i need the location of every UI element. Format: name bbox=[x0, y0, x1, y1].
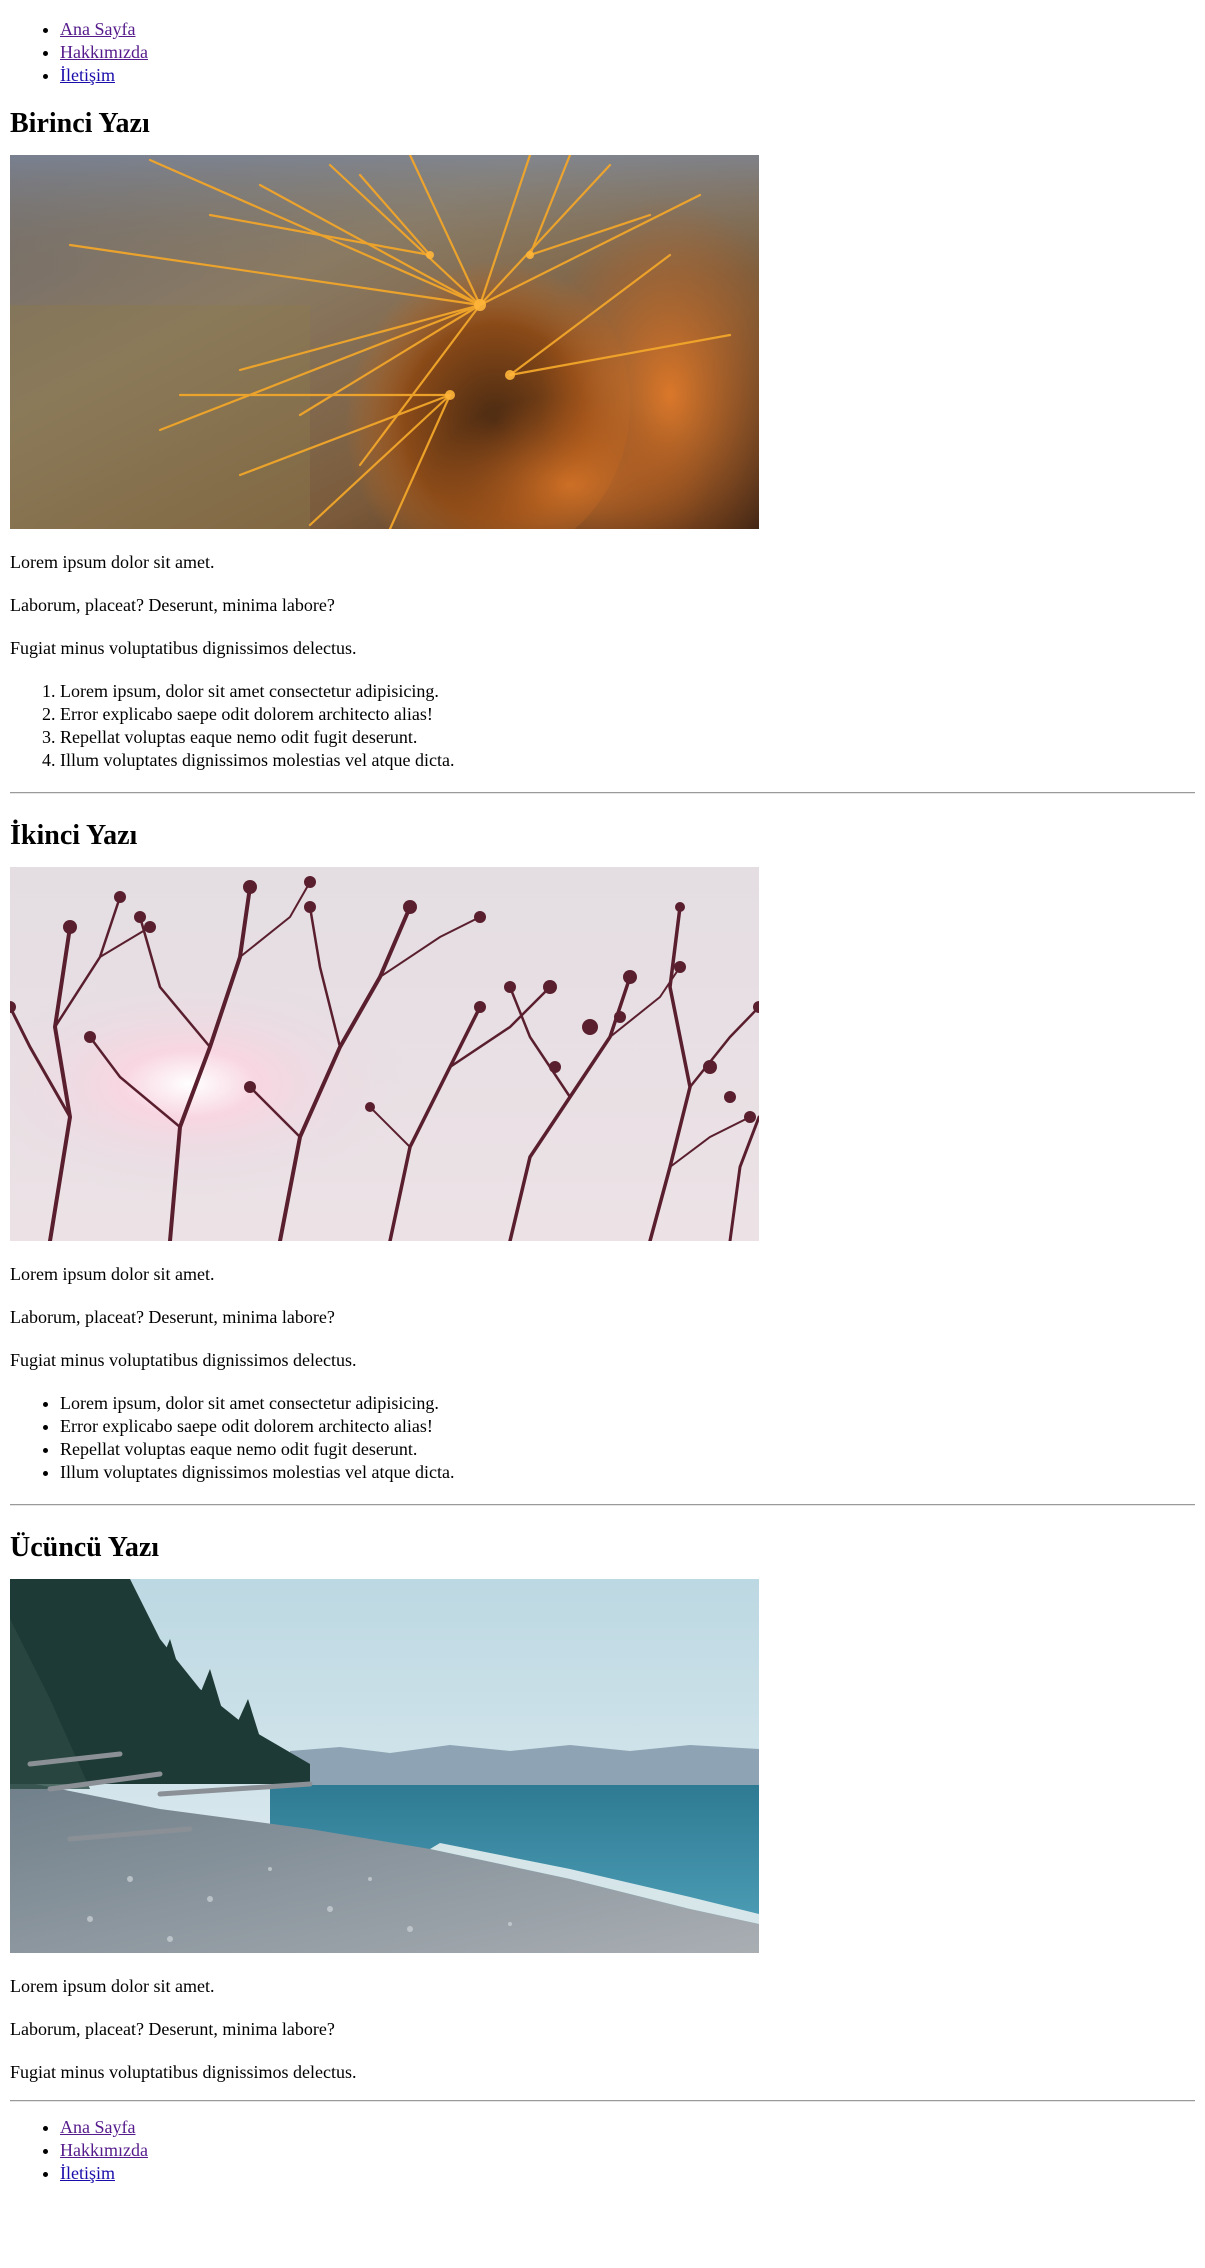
post-1: Birinci Yazı Lorem ipsum dolor sit amet.… bbox=[10, 107, 1195, 794]
nav-item-home: Ana Sayfa bbox=[60, 18, 1195, 41]
post-paragraph: Laborum, placeat? Deserunt, minima labor… bbox=[10, 595, 335, 615]
list-item: Error explicabo saepe odit dolorem archi… bbox=[60, 703, 1195, 726]
divider bbox=[10, 1504, 1195, 1506]
list-item: Lorem ipsum, dolor sit amet consectetur … bbox=[60, 680, 1195, 703]
footer-nav-item-home: Ana Sayfa bbox=[60, 2116, 1195, 2139]
list-item: Illum voluptates dignissimos molestias v… bbox=[60, 749, 1195, 772]
nav-item-contact: İletişim bbox=[60, 64, 1195, 87]
branches-photo bbox=[10, 867, 759, 1241]
list-item: Illum voluptates dignissimos molestias v… bbox=[60, 1461, 1195, 1484]
page: Ana Sayfa Hakkımızda İletişim Birinci Ya… bbox=[0, 0, 1205, 2185]
post-title: İkinci Yazı bbox=[10, 820, 138, 851]
post-ordered-list: Lorem ipsum, dolor sit amet consectetur … bbox=[10, 680, 1195, 772]
post-2: İkinci Yazı Lorem ipsum dolor sit amet. … bbox=[10, 819, 1195, 1506]
post-paragraph: Lorem ipsum dolor sit amet. bbox=[10, 1264, 215, 1284]
divider bbox=[10, 792, 1195, 794]
post-body: Lorem ipsum dolor sit amet. Laborum, pla… bbox=[10, 551, 1195, 772]
post-unordered-list: Lorem ipsum, dolor sit amet consectetur … bbox=[10, 1392, 1195, 1484]
post-title: Birinci Yazı bbox=[10, 108, 150, 139]
post-paragraph: Lorem ipsum dolor sit amet. bbox=[10, 1976, 215, 1996]
post-title: Ücüncü Yazı bbox=[10, 1532, 160, 1563]
footer-nav-item-contact: İletişim bbox=[60, 2162, 1195, 2185]
divider bbox=[10, 2100, 1195, 2102]
footer-nav-link-home[interactable]: Ana Sayfa bbox=[60, 2117, 135, 2137]
nav-link-home[interactable]: Ana Sayfa bbox=[60, 19, 135, 39]
list-item: Repellat voluptas eaque nemo odit fugit … bbox=[60, 726, 1195, 749]
post-paragraph: Lorem ipsum dolor sit amet. bbox=[10, 552, 215, 572]
footer-nav-link-about[interactable]: Hakkımızda bbox=[60, 2140, 148, 2160]
nav-item-about: Hakkımızda bbox=[60, 41, 1195, 64]
nav-link-contact[interactable]: İletişim bbox=[60, 65, 115, 85]
nav-link-about[interactable]: Hakkımızda bbox=[60, 42, 148, 62]
footer-nav-link-contact[interactable]: İletişim bbox=[60, 2163, 115, 2183]
list-item: Lorem ipsum, dolor sit amet consectetur … bbox=[60, 1392, 1195, 1415]
post-paragraph: Fugiat minus voluptatibus dignissimos de… bbox=[10, 638, 357, 658]
list-item: Repellat voluptas eaque nemo odit fugit … bbox=[60, 1438, 1195, 1461]
list-item: Error explicabo saepe odit dolorem archi… bbox=[60, 1415, 1195, 1438]
post-paragraph: Fugiat minus voluptatibus dignissimos de… bbox=[10, 1350, 357, 1370]
footer-nav: Ana Sayfa Hakkımızda İletişim bbox=[10, 2116, 1195, 2185]
post-paragraph: Laborum, placeat? Deserunt, minima labor… bbox=[10, 1307, 335, 1327]
post-3: Ücüncü Yazı Lorem ipsum dolor sit amet. … bbox=[10, 1531, 1195, 2102]
post-body: Lorem ipsum dolor sit amet. Laborum, pla… bbox=[10, 1975, 1195, 2084]
top-nav: Ana Sayfa Hakkımızda İletişim bbox=[10, 18, 1195, 87]
post-paragraph: Laborum, placeat? Deserunt, minima labor… bbox=[10, 2019, 335, 2039]
footer-nav-item-about: Hakkımızda bbox=[60, 2139, 1195, 2162]
post-body: Lorem ipsum dolor sit amet. Laborum, pla… bbox=[10, 1263, 1195, 1484]
beach-photo bbox=[10, 1579, 759, 1953]
cactus-photo bbox=[10, 155, 759, 529]
post-paragraph: Fugiat minus voluptatibus dignissimos de… bbox=[10, 2062, 357, 2082]
